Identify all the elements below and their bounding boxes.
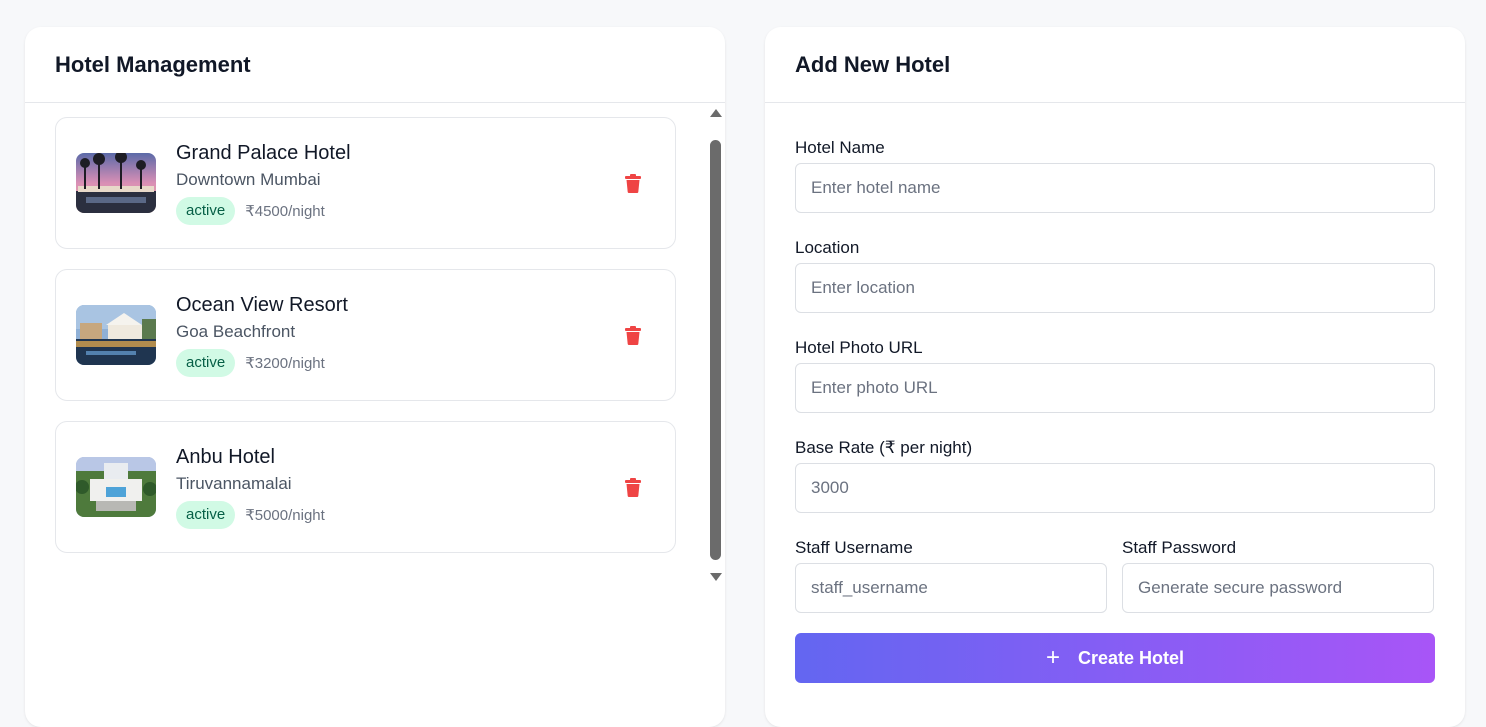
- delete-hotel-button[interactable]: [622, 475, 644, 499]
- hotel-rate: ₹3200/night: [245, 355, 325, 372]
- hotel-management-card: Hotel Management Grand Palace Hotel Down…: [25, 27, 725, 727]
- hotel-rate: ₹5000/night: [245, 507, 325, 524]
- location-input[interactable]: [795, 263, 1435, 313]
- hotel-location: Tiruvannamalai: [176, 474, 292, 493]
- photo-url-label: Hotel Photo URL: [795, 338, 923, 357]
- trash-icon: [625, 325, 641, 345]
- hotel-info: Grand Palace Hotel Downtown Mumbai activ…: [176, 140, 351, 225]
- add-hotel-title: Add New Hotel: [795, 51, 951, 77]
- staff-credentials-row: Staff Username Staff Password: [795, 537, 1435, 637]
- hotel-photo: [76, 153, 156, 213]
- hotel-name: Ocean View Resort: [176, 294, 348, 316]
- status-badge: active: [176, 501, 236, 529]
- hotel-list: Grand Palace Hotel Downtown Mumbai activ…: [55, 117, 676, 573]
- hotel-card[interactable]: Ocean View Resort Goa Beachfront active …: [55, 269, 676, 401]
- staff-username-label: Staff Username: [795, 538, 913, 557]
- hotel-info: Ocean View Resort Goa Beachfront active …: [176, 292, 348, 377]
- scroll-down-arrow-icon[interactable]: [710, 573, 722, 581]
- hotel-meta: active ₹5000/night: [176, 501, 325, 529]
- add-hotel-form: Hotel Name Location Hotel Photo URL Base…: [795, 137, 1435, 683]
- create-hotel-label: Create Hotel: [1077, 647, 1185, 668]
- hotel-card[interactable]: Grand Palace Hotel Downtown Mumbai activ…: [55, 117, 676, 249]
- trash-icon: [625, 477, 641, 497]
- hotel-name: Anbu Hotel: [176, 446, 275, 468]
- hotel-location: Downtown Mumbai: [176, 170, 321, 189]
- staff-password-label: Staff Password: [1122, 538, 1237, 557]
- hotel-management-header: Hotel Management: [25, 27, 725, 103]
- staff-password-group: Staff Password: [1122, 537, 1434, 637]
- location-label: Location: [795, 238, 860, 257]
- staff-username-group: Staff Username: [795, 537, 1107, 637]
- scrollbar-thumb[interactable]: [710, 140, 721, 560]
- hotel-list-scrollbar[interactable]: [708, 109, 724, 581]
- trash-icon: [625, 173, 641, 193]
- delete-hotel-button[interactable]: [622, 323, 644, 347]
- add-hotel-card: Add New Hotel Hotel Name Location Hotel …: [765, 27, 1465, 727]
- hotel-info: Anbu Hotel Tiruvannamalai active ₹5000/n…: [176, 444, 325, 529]
- hotel-location: Goa Beachfront: [176, 322, 296, 341]
- hotel-card[interactable]: Anbu Hotel Tiruvannamalai active ₹5000/n…: [55, 421, 676, 553]
- hotel-photo: [76, 457, 156, 517]
- scroll-up-arrow-icon[interactable]: [710, 109, 722, 117]
- base-rate-label: Base Rate (₹ per night): [795, 438, 973, 457]
- hotel-name-input[interactable]: [795, 163, 1435, 213]
- add-hotel-header: Add New Hotel: [765, 27, 1465, 103]
- delete-hotel-button[interactable]: [622, 171, 644, 195]
- status-badge: active: [176, 197, 236, 225]
- hotel-photo: [76, 305, 156, 365]
- create-hotel-button[interactable]: + Create Hotel: [795, 633, 1435, 683]
- hotel-rate: ₹4500/night: [245, 203, 325, 220]
- photo-url-input[interactable]: [795, 363, 1435, 413]
- hotel-management-title: Hotel Management: [55, 51, 251, 77]
- staff-password-input[interactable]: [1122, 563, 1434, 613]
- plus-icon: +: [1045, 644, 1060, 671]
- status-badge: active: [176, 349, 236, 377]
- hotel-meta: active ₹3200/night: [176, 349, 348, 377]
- base-rate-input[interactable]: [795, 463, 1435, 513]
- staff-username-input[interactable]: [795, 563, 1107, 613]
- hotel-name-label: Hotel Name: [795, 138, 885, 157]
- hotel-meta: active ₹4500/night: [176, 197, 351, 225]
- hotel-name: Grand Palace Hotel: [176, 142, 351, 164]
